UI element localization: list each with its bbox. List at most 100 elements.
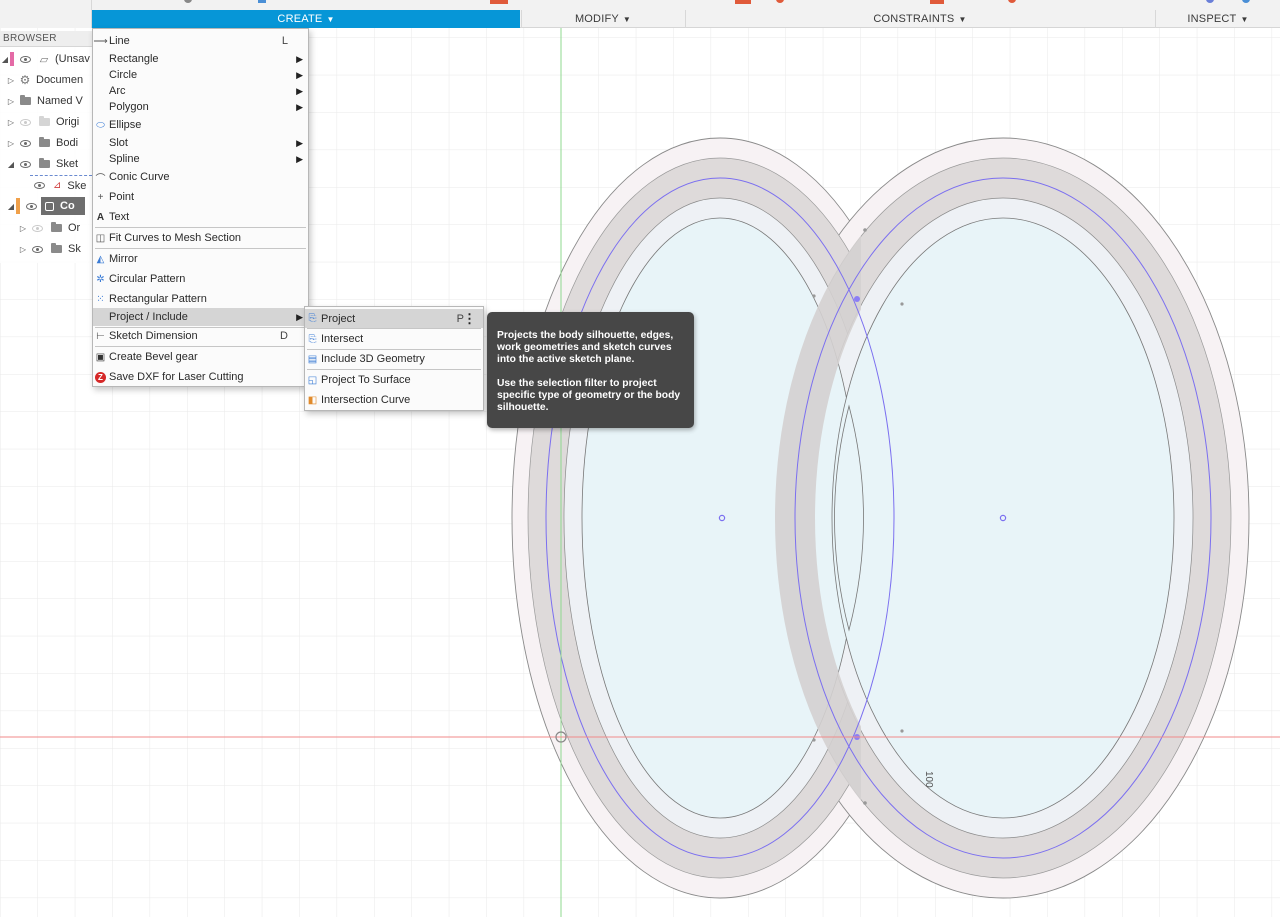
menu-item-label: Project / Include: [109, 311, 188, 323]
menu-item-save-dxf[interactable]: Z Save DXF for Laser Cutting: [93, 368, 308, 386]
dimension-icon: ⊢: [96, 330, 105, 342]
menu-item-label: Rectangular Pattern: [109, 293, 207, 305]
browser-item-sketches[interactable]: ◢ Sket: [6, 154, 92, 174]
menu-item-create-bevel-gear[interactable]: ▣ Create Bevel gear: [93, 348, 308, 366]
browser-item-component[interactable]: ◢ Co: [6, 196, 92, 216]
text-icon: A: [96, 211, 105, 223]
project-icon: ⎘: [308, 313, 317, 324]
visibility-eye-icon[interactable]: [20, 139, 31, 147]
submenu-arrow-icon: ▶: [296, 311, 303, 322]
collapse-triangle-icon[interactable]: ◢: [6, 202, 16, 211]
toolbar: CREATE ▼ MODIFY ▼ CONSTRAINTS ▼ INSPECT ▼: [0, 0, 1280, 28]
browser-item-named-views[interactable]: ▷ Named V: [6, 91, 92, 111]
menu-item-label: Point: [109, 191, 135, 203]
project-to-surface-icon: ◱: [307, 374, 318, 386]
submenu-item-intersect[interactable]: ⎘ Intersect: [305, 330, 483, 348]
expand-triangle-icon[interactable]: ▷: [18, 245, 28, 254]
submenu-item-project-to-surface[interactable]: ◱ Project To Surface: [305, 371, 483, 389]
visibility-eye-icon[interactable]: [26, 202, 37, 210]
menu-item-label: Project To Surface: [321, 374, 411, 386]
menu-item-label: Sketch Dimension: [109, 330, 198, 342]
create-menu-button[interactable]: CREATE ▼: [92, 10, 520, 28]
folder-icon: [51, 222, 62, 232]
menu-item-label: Conic Curve: [109, 171, 170, 183]
collapse-triangle-icon[interactable]: ◢: [6, 160, 16, 169]
visibility-eye-icon[interactable]: [32, 245, 43, 253]
menu-separator: [307, 369, 481, 370]
browser-item-bodies[interactable]: ▷ Bodi: [6, 133, 92, 153]
menu-item-label: Intersect: [321, 333, 364, 345]
submenu-arrow-icon: ▶: [296, 69, 303, 80]
browser-item-sketch[interactable]: ⊿ Ske: [30, 175, 92, 195]
menu-item-label: Circle: [109, 69, 138, 81]
visibility-eye-icon[interactable]: [20, 118, 31, 126]
menu-separator: [307, 328, 481, 329]
browser-item-origin[interactable]: ▷ Origi: [6, 112, 92, 132]
point-icon: +: [97, 191, 104, 203]
constraints-menu-button[interactable]: CONSTRAINTS ▼: [685, 10, 1154, 28]
menu-item-point[interactable]: + Point: [93, 188, 308, 206]
menu-item-label: Line: [109, 35, 130, 47]
browser-item-component-sketches[interactable]: ▷ Sk: [18, 239, 92, 259]
menu-item-label: Slot: [109, 137, 128, 149]
browser-item-label: Bodi: [56, 137, 79, 149]
component-selected[interactable]: Co: [41, 197, 85, 215]
expand-triangle-icon[interactable]: ▷: [6, 97, 16, 106]
menu-item-line[interactable]: ⟶ Line L: [93, 32, 308, 50]
menu-item-text[interactable]: A Text: [93, 208, 308, 226]
submenu-item-intersection-curve[interactable]: ◧ Intersection Curve: [305, 391, 483, 409]
menu-item-project-include[interactable]: Project / Include ▶: [93, 308, 308, 326]
menu-item-label: Intersection Curve: [321, 394, 411, 406]
expand-triangle-icon[interactable]: ▷: [6, 139, 16, 148]
rectangular-pattern-icon: ⁙: [96, 293, 105, 305]
menu-item-label: Save DXF for Laser Cutting: [109, 371, 244, 383]
menu-item-polygon[interactable]: Polygon ▶: [93, 98, 308, 116]
submenu-item-include-3d-geometry[interactable]: ▤ Include 3D Geometry: [305, 350, 483, 368]
browser-panel: BROWSER ◢ ▱ (Unsav ▷ ⚙ Documen ▷ Named V…: [0, 31, 92, 263]
menu-item-fit-curves-to-mesh-section[interactable]: ◫ Fit Curves to Mesh Section: [93, 229, 308, 247]
menu-item-label: Create Bevel gear: [109, 351, 198, 363]
inspect-menu-button[interactable]: INSPECT ▼: [1155, 10, 1280, 28]
submenu-arrow-icon: ▶: [296, 137, 303, 148]
visibility-eye-icon[interactable]: [20, 160, 31, 168]
expand-triangle-icon[interactable]: ▷: [6, 76, 16, 85]
visibility-eye-icon[interactable]: [32, 224, 43, 232]
menu-item-sketch-dimension[interactable]: ⊢ Sketch Dimension D: [93, 327, 308, 345]
menu-item-circular-pattern[interactable]: ✲ Circular Pattern: [93, 270, 308, 288]
browser-item-label: Documen: [36, 74, 84, 86]
submenu-arrow-icon: ▶: [296, 101, 303, 112]
submenu-arrow-icon: ▶: [296, 153, 303, 164]
menu-item-mirror[interactable]: ◭ Mirror: [93, 250, 308, 268]
modify-menu-button[interactable]: MODIFY ▼: [521, 10, 684, 28]
dimension-label: 100: [923, 771, 934, 788]
browser-item-document-settings[interactable]: ▷ ⚙ Documen: [6, 70, 92, 90]
menu-item-label: Spline: [109, 153, 140, 165]
menu-item-label: Include 3D Geometry: [321, 353, 425, 365]
menu-item-label: Polygon: [109, 101, 149, 113]
menu-item-spline[interactable]: Spline ▶: [93, 150, 308, 168]
tooltip-description: Projects the body silhouette, edges, wor…: [497, 330, 674, 365]
collapse-triangle-icon[interactable]: ◢: [0, 55, 10, 64]
menu-item-ellipse[interactable]: ⬭ Ellipse: [93, 116, 308, 134]
browser-item-document[interactable]: ◢ ▱ (Unsav: [0, 49, 92, 69]
more-options-icon[interactable]: ⋮: [463, 311, 476, 327]
expand-triangle-icon[interactable]: ▷: [18, 224, 28, 233]
menu-item-label: Arc: [109, 85, 126, 97]
gear-icon: ⚙: [19, 73, 31, 87]
circular-pattern-icon: ✲: [96, 273, 105, 285]
visibility-eye-icon[interactable]: [34, 182, 45, 189]
visibility-eye-icon[interactable]: [20, 55, 31, 63]
folder-icon: [39, 158, 50, 168]
menu-item-label: Fit Curves to Mesh Section: [109, 232, 242, 244]
menu-item-label: Circular Pattern: [109, 273, 186, 285]
toolbar-icon-strip: [184, 0, 1250, 4]
browser-item-label: Named V: [37, 95, 83, 107]
browser-title: BROWSER: [0, 31, 92, 47]
browser-item-component-origin[interactable]: ▷ Or: [18, 218, 92, 238]
menu-item-conic-curve[interactable]: ⌒ Conic Curve: [93, 168, 308, 186]
submenu-item-project[interactable]: ⎘ Project P ⋮: [305, 309, 483, 328]
expand-triangle-icon[interactable]: ▷: [6, 118, 16, 127]
intersection-curve-icon: ◧: [307, 394, 318, 406]
menu-item-rectangular-pattern[interactable]: ⁙ Rectangular Pattern: [93, 290, 308, 308]
project-tooltip: Projects the body silhouette, edges, wor…: [487, 312, 694, 428]
